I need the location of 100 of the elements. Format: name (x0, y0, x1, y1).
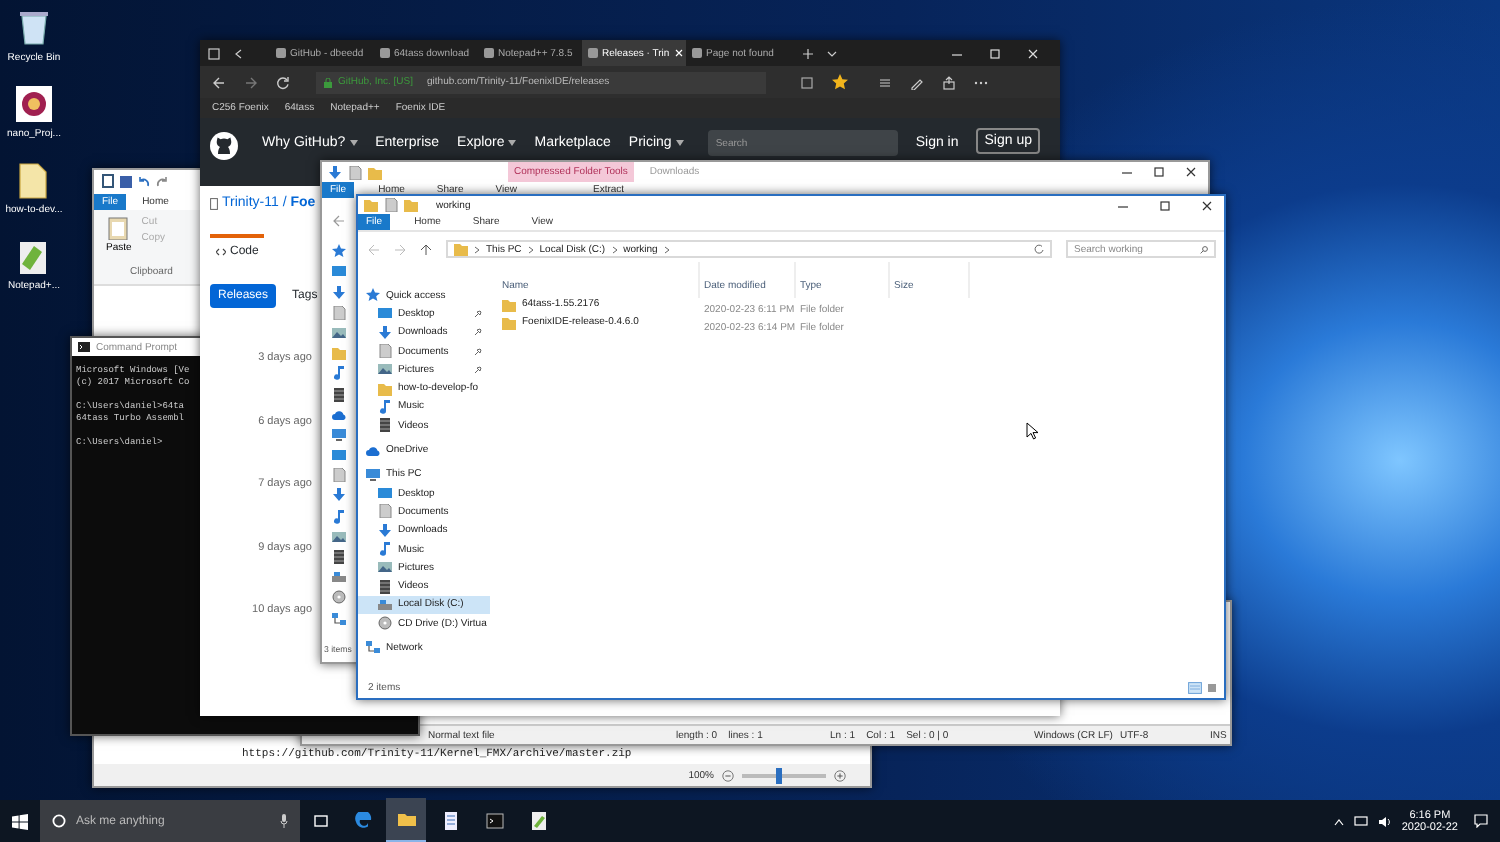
zoom-in-icon[interactable] (834, 769, 846, 781)
document-icon (102, 174, 114, 188)
pen-icon[interactable] (910, 75, 924, 89)
picture-icon (378, 362, 392, 377)
music-icon (332, 366, 346, 381)
desktop-icon (332, 448, 346, 463)
favicon-icon (380, 48, 390, 58)
lock-icon (324, 77, 332, 87)
repo-icon (210, 197, 218, 209)
monitor-icon (332, 427, 346, 442)
cloud-icon (332, 407, 346, 422)
document-icon (332, 468, 346, 483)
cloud-icon (366, 443, 380, 458)
drive-icon (378, 597, 392, 612)
app-icon[interactable] (14, 84, 54, 124)
folder-icon (378, 381, 392, 396)
up-icon[interactable] (420, 243, 432, 255)
back-icon[interactable] (212, 75, 226, 89)
network-icon (332, 611, 346, 626)
share-icon[interactable] (942, 75, 956, 89)
document-icon (378, 504, 392, 519)
film-icon (332, 387, 346, 401)
music-icon (332, 509, 346, 524)
recycle-bin-icon[interactable] (14, 8, 54, 48)
notepad-icon[interactable] (529, 812, 547, 830)
tiles-view-icon[interactable] (1206, 682, 1218, 694)
redo-icon[interactable] (156, 175, 168, 187)
film-icon (378, 418, 392, 433)
clipboard-icon[interactable] (108, 216, 129, 240)
volume-icon[interactable] (1377, 815, 1392, 827)
mouse-pointer-icon (1026, 422, 1038, 440)
undo-icon[interactable] (138, 175, 150, 187)
music-icon (378, 399, 392, 414)
cortana-icon (52, 814, 66, 828)
film-icon (332, 550, 346, 564)
reading-view-icon[interactable] (800, 75, 814, 89)
download-icon (332, 285, 346, 300)
caret-icon (349, 140, 358, 146)
hub-icon[interactable] (878, 75, 892, 89)
close-icon[interactable] (1200, 199, 1214, 211)
zoom-out-icon[interactable] (722, 769, 734, 781)
picture-icon (332, 325, 346, 340)
console-icon[interactable] (485, 812, 503, 830)
tab-icon[interactable] (208, 47, 220, 59)
disc-icon (378, 616, 392, 631)
favicon-icon (484, 48, 494, 58)
minimize-icon[interactable] (1120, 166, 1134, 178)
folder-icon (368, 165, 382, 179)
save-icon[interactable] (120, 175, 132, 187)
picture-icon (378, 560, 392, 575)
folder-icon (332, 346, 346, 361)
document-icon (348, 165, 362, 179)
folder-icon[interactable] (397, 810, 415, 828)
star-icon[interactable] (832, 74, 848, 90)
desktop-icon (332, 264, 346, 279)
chevron-icon (663, 245, 670, 253)
slider-thumb[interactable] (776, 767, 783, 783)
caret-icon (508, 140, 517, 146)
document-icon[interactable] (441, 812, 459, 830)
code-icon (216, 248, 226, 256)
download-icon (332, 488, 346, 503)
disc-icon (332, 590, 346, 605)
favicon-icon (692, 48, 702, 58)
chevron-icon (527, 245, 534, 253)
drive-icon (332, 570, 346, 585)
chevron-icon (474, 245, 480, 253)
download-icon (378, 325, 392, 340)
favicon-icon (276, 48, 286, 58)
download-icon (328, 165, 342, 179)
star-icon (366, 288, 380, 303)
microphone-icon (280, 814, 288, 828)
star-icon (332, 244, 346, 259)
picture-icon (332, 529, 346, 544)
film-icon (378, 579, 392, 594)
cat-logo-icon[interactable] (210, 132, 238, 160)
forward-icon[interactable] (244, 75, 258, 89)
chevron-icon[interactable] (826, 47, 838, 59)
chevron-icon (611, 245, 618, 253)
maximize-icon[interactable] (1158, 199, 1172, 211)
monitor-icon (366, 467, 380, 482)
desktop-icon (378, 486, 392, 501)
music-icon (378, 542, 392, 556)
document-icon (378, 344, 392, 359)
search-icon (1200, 245, 1208, 253)
desktop-icon (378, 306, 392, 321)
notification-icon[interactable] (1474, 814, 1488, 828)
document-icon (332, 305, 346, 320)
start-icon[interactable] (12, 813, 28, 829)
close-icon[interactable] (1184, 166, 1198, 178)
caret-icon (675, 140, 684, 146)
browser-icon[interactable] (353, 812, 371, 830)
favicon-icon (588, 48, 598, 58)
maximize-icon[interactable] (1152, 166, 1166, 178)
download-icon (378, 523, 392, 538)
network-icon[interactable] (1353, 815, 1368, 827)
network-icon (366, 640, 380, 655)
new-tab-icon[interactable] (802, 47, 814, 59)
task-view-icon[interactable] (311, 814, 329, 828)
folder-icon (454, 242, 468, 256)
back-icon[interactable] (232, 47, 244, 59)
